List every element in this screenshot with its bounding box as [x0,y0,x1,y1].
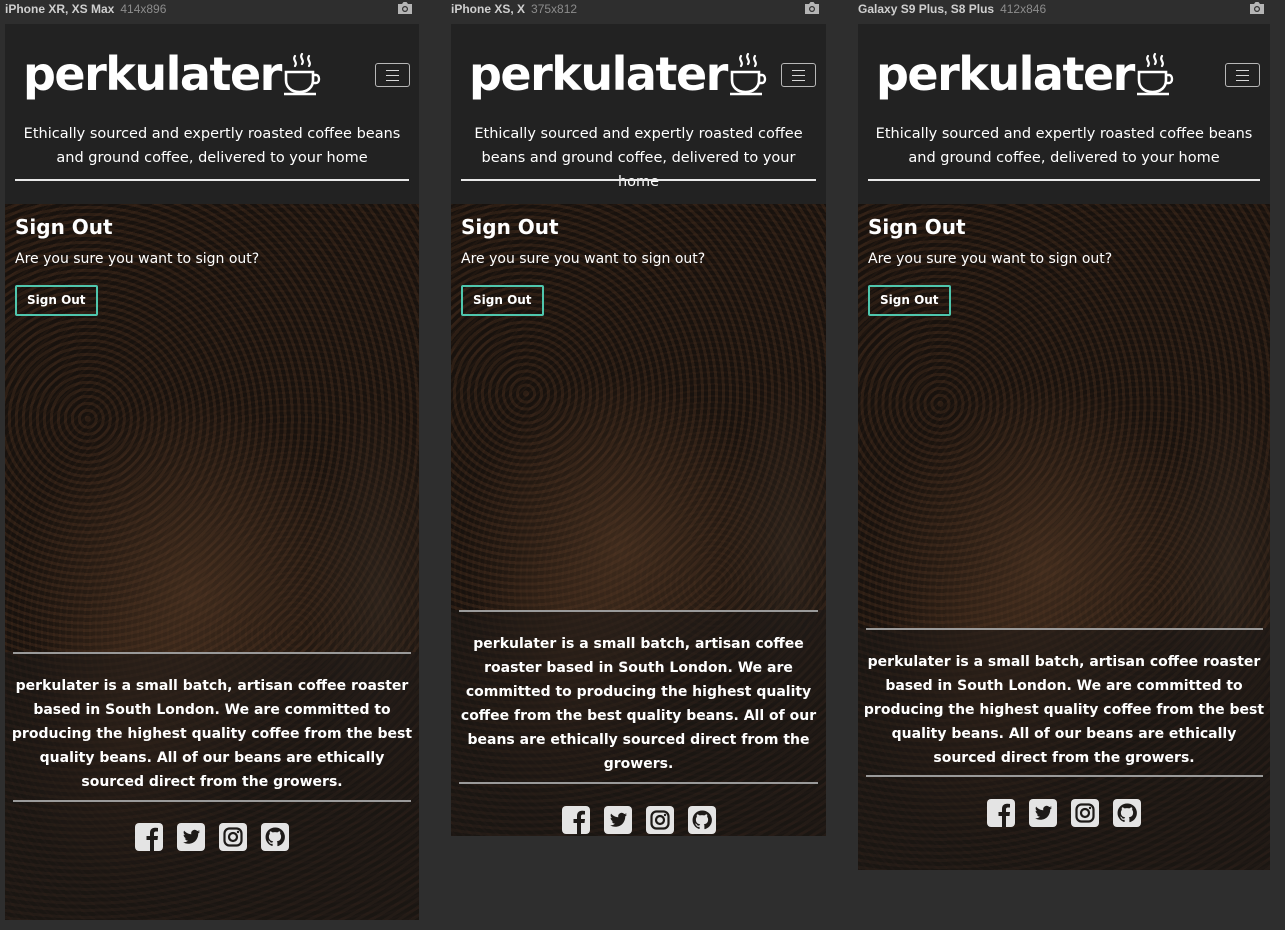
device-name: iPhone XS, X [451,2,526,16]
social-links [451,805,826,835]
menu-toggle-button[interactable] [781,63,816,87]
twitter-icon[interactable] [176,822,206,852]
footer-divider [459,782,818,784]
signout-question: Are you sure you want to sign out? [15,251,260,267]
github-icon[interactable] [1112,798,1142,828]
coffee-cup-icon [729,52,767,96]
social-links [5,822,419,852]
coffee-cup-icon [283,52,321,96]
menu-toggle-button[interactable] [1225,63,1260,87]
facebook-icon[interactable] [986,798,1016,828]
sign-out-button[interactable]: Sign Out [15,285,98,316]
site-header: perkulater Ethically sourced and expertl… [5,24,419,204]
device-frame: perkulater Ethically sourced and expertl… [858,24,1270,870]
sign-out-button[interactable]: Sign Out [461,285,544,316]
site-logo[interactable]: perkulater [469,46,769,102]
site-logo[interactable]: perkulater [876,46,1176,102]
page-title: Sign Out [15,215,113,239]
sign-out-button[interactable]: Sign Out [868,285,951,316]
site-footer: perkulater is a small batch, artisan cof… [858,628,1270,870]
footer-divider [13,800,411,802]
camera-icon[interactable] [804,1,820,15]
site-tagline: Ethically sourced and expertly roasted c… [23,126,401,166]
device-frame: perkulater Ethically sourced and expertl… [451,24,826,836]
github-icon[interactable] [260,822,290,852]
site-tagline: Ethically sourced and expertly roasted c… [474,126,803,190]
footer-divider [459,610,818,612]
coffee-cup-icon [1136,52,1174,96]
logo-text: perkulater [876,47,1135,101]
github-icon[interactable] [687,805,717,835]
device-name: iPhone XR, XS Max [5,2,115,16]
social-links [858,798,1270,828]
device-label: iPhone XS, X 375x812 [451,1,577,17]
device-dims: 375x812 [531,2,578,16]
page-title: Sign Out [461,215,559,239]
instagram-icon[interactable] [218,822,248,852]
logo-text: perkulater [23,47,282,101]
about-text: perkulater is a small batch, artisan cof… [460,636,817,772]
footer-divider [866,775,1263,777]
camera-icon[interactable] [1249,1,1265,15]
device-label: Galaxy S9 Plus, S8 Plus 412x846 [858,1,1046,17]
device-name: Galaxy S9 Plus, S8 Plus [858,2,995,16]
site-footer: perkulater is a small batch, artisan cof… [451,610,826,836]
about-text: perkulater is a small batch, artisan cof… [11,678,413,790]
about-text: perkulater is a small batch, artisan cof… [863,654,1265,766]
facebook-icon[interactable] [561,805,591,835]
menu-toggle-button[interactable] [375,63,410,87]
site-footer: perkulater is a small batch, artisan cof… [5,652,419,920]
site-logo[interactable]: perkulater [23,46,323,102]
device-dims: 412x846 [1000,2,1047,16]
footer-divider [13,652,411,654]
facebook-icon[interactable] [134,822,164,852]
header-divider [461,179,816,181]
instagram-icon[interactable] [645,805,675,835]
device-frame: perkulater Ethically sourced and expertl… [5,24,419,920]
page-title: Sign Out [868,215,966,239]
signout-question: Are you sure you want to sign out? [868,251,1113,267]
header-divider [868,179,1260,181]
logo-text: perkulater [469,47,728,101]
signout-question: Are you sure you want to sign out? [461,251,706,267]
instagram-icon[interactable] [1070,798,1100,828]
device-dims: 414x896 [120,2,167,16]
header-divider [15,179,409,181]
site-header: perkulater Ethically sourced and expertl… [858,24,1270,204]
twitter-icon[interactable] [1028,798,1058,828]
twitter-icon[interactable] [603,805,633,835]
site-tagline: Ethically sourced and expertly roasted c… [875,126,1253,166]
camera-icon[interactable] [397,1,413,15]
footer-divider [866,628,1263,630]
device-label: iPhone XR, XS Max 414x896 [5,1,166,17]
site-header: perkulater Ethically sourced and expertl… [451,24,826,204]
